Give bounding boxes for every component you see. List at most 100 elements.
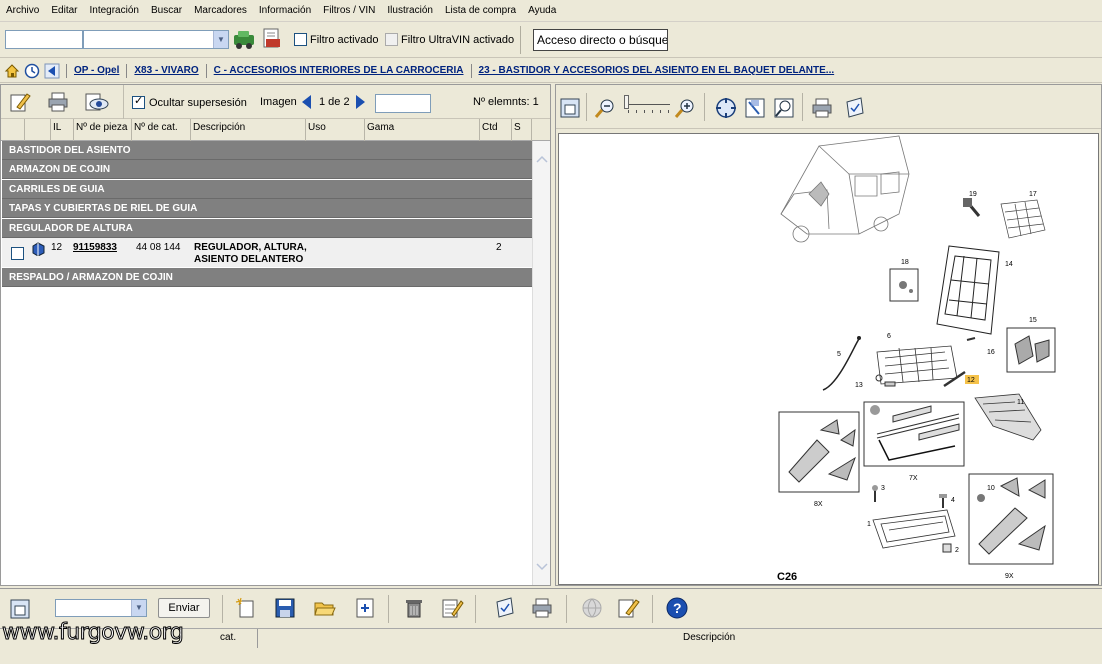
- exploded-view-drawing[interactable]: 19 17 18 14 15 6 5 16 12 13 11 8X 7X 3 4…: [558, 133, 1099, 585]
- filter-checkbox[interactable]: [294, 33, 307, 46]
- edit-list-icon[interactable]: [440, 596, 464, 620]
- callout-label: 17: [1029, 191, 1037, 198]
- group-header[interactable]: CARRILES DE GUIA: [2, 180, 532, 199]
- back-arrow-icon[interactable]: [44, 63, 60, 79]
- print-icon[interactable]: [47, 91, 69, 113]
- history-icon[interactable]: [24, 63, 40, 79]
- col-usage[interactable]: Uso: [306, 119, 365, 141]
- home-icon[interactable]: [4, 63, 20, 79]
- col-description[interactable]: Descripción: [191, 119, 306, 141]
- col-description-label: Descripción: [683, 632, 736, 643]
- trash-icon[interactable]: [403, 597, 425, 619]
- watermark: www.furgovw.org: [1, 620, 184, 646]
- menu-editar[interactable]: Editar: [51, 5, 77, 16]
- col-il[interactable]: IL: [51, 119, 74, 141]
- menu-lista-compra[interactable]: Lista de compra: [445, 5, 516, 16]
- col-s[interactable]: S: [512, 119, 532, 141]
- image-goto-input[interactable]: [375, 94, 431, 113]
- callout-label: 13: [855, 382, 863, 389]
- col-cat-label: cat.: [220, 632, 237, 643]
- bookmark-list-icon[interactable]: [493, 596, 517, 620]
- chevron-down-icon: ▼: [213, 31, 228, 48]
- group-header[interactable]: ARMAZON DE COJIN: [2, 160, 532, 179]
- send-button[interactable]: Enviar: [158, 598, 210, 618]
- col-blank: [25, 119, 51, 141]
- col-range[interactable]: Gama: [365, 119, 480, 141]
- breadcrumb-model[interactable]: X83 - VIVARO: [134, 65, 198, 76]
- row-description-1: REGULADOR, ALTURA,: [194, 242, 307, 253]
- breadcrumb-catalog[interactable]: OP - Opel: [74, 65, 119, 76]
- callout-19[interactable]: 19: [963, 191, 981, 217]
- scroll-down-icon[interactable]: [536, 563, 548, 571]
- ultravin-checkbox[interactable]: [385, 33, 398, 46]
- col-part-no[interactable]: Nº de pieza: [74, 119, 132, 141]
- callout-label: 18: [901, 259, 909, 266]
- seat-assembly-illustration[interactable]: 19 17 18 14 15 6 5 16 12 13 11 8X 7X 3 4…: [559, 134, 1098, 584]
- hide-supersession-label: Ocultar supersesión: [149, 96, 247, 109]
- callout-label: 3: [881, 485, 885, 492]
- new-list-icon[interactable]: [234, 597, 256, 619]
- globe-disabled-icon: [582, 598, 602, 618]
- save-icon[interactable]: [274, 597, 296, 619]
- quick-access-input[interactable]: Acceso directo o búsqued: [533, 29, 668, 51]
- parts-table-header: IL Nº de pieza Nº de cat. Descripción Us…: [1, 119, 550, 141]
- table-row[interactable]: 12 91159833 44 08 144 REGULADOR, ALTURA,…: [2, 238, 532, 267]
- group-header[interactable]: BASTIDOR DEL ASIENTO: [2, 141, 532, 160]
- notes-icon[interactable]: [616, 596, 640, 620]
- send-target-select[interactable]: ▼: [55, 599, 147, 617]
- illustration-toolbar: [556, 85, 1101, 129]
- vehicle-icon[interactable]: [232, 28, 256, 50]
- callout-label: 9X: [1005, 573, 1014, 580]
- menu-buscar[interactable]: Buscar: [151, 5, 182, 16]
- callout-label: 10: [987, 485, 995, 492]
- callout-label: 11: [1017, 399, 1024, 406]
- row-part-number[interactable]: 91159833: [73, 242, 117, 253]
- breadcrumb: OP - Opel X83 - VIVARO C - ACCESORIOS IN…: [0, 59, 1102, 83]
- catalog-input[interactable]: [5, 30, 83, 49]
- menu-informacion[interactable]: Información: [259, 5, 311, 16]
- drawing-code: C26: [777, 571, 797, 583]
- help-icon[interactable]: ?: [665, 596, 689, 620]
- vertical-scrollbar[interactable]: [532, 141, 550, 585]
- menu-ayuda[interactable]: Ayuda: [528, 5, 556, 16]
- next-image-icon[interactable]: [353, 94, 367, 110]
- zoom-in-icon[interactable]: [674, 97, 696, 119]
- zoom-slider[interactable]: [622, 93, 674, 117]
- add-to-list-icon[interactable]: [354, 597, 376, 619]
- zoom-out-icon[interactable]: [594, 97, 616, 119]
- center-view-icon[interactable]: [714, 96, 738, 120]
- model-select[interactable]: ▼: [83, 30, 229, 49]
- menu-integracion[interactable]: Integración: [89, 5, 138, 16]
- col-qty[interactable]: Ctd: [480, 119, 512, 141]
- row-checkbox[interactable]: [11, 247, 24, 260]
- group-header[interactable]: RESPALDO / ARMAZON DE COJIN: [2, 268, 532, 287]
- menu-marcadores[interactable]: Marcadores: [194, 5, 247, 16]
- print-list-icon[interactable]: [530, 596, 554, 620]
- element-count: Nº elemnts: 1: [473, 96, 539, 108]
- hide-supersession-checkbox[interactable]: ✓: [132, 95, 145, 109]
- list-view-icon[interactable]: [9, 598, 31, 620]
- menu-ilustracion[interactable]: Ilustración: [387, 5, 433, 16]
- open-folder-icon[interactable]: [313, 597, 337, 619]
- pdf-document-icon[interactable]: [262, 27, 282, 51]
- group-header[interactable]: TAPAS Y CUBIERTAS DE RIEL DE GUIA: [2, 199, 532, 218]
- bookmark-icon[interactable]: [843, 96, 867, 120]
- filter-label: Filtro activado: [310, 33, 379, 46]
- select-area-icon[interactable]: [743, 96, 767, 120]
- callout-label: 16: [987, 349, 995, 356]
- breadcrumb-section[interactable]: 23 - BASTIDOR Y ACCESORIOS DEL ASIENTO E…: [479, 65, 835, 76]
- menu-filtros[interactable]: Filtros / VIN: [323, 5, 375, 16]
- fit-window-icon[interactable]: [559, 97, 581, 119]
- callout-label: 2: [955, 547, 959, 554]
- breadcrumb-group[interactable]: C - ACCESORIOS INTERIORES DE LA CARROCER…: [214, 65, 464, 76]
- group-header[interactable]: REGULADOR DE ALTURA: [2, 219, 532, 238]
- view-eye-icon[interactable]: [85, 91, 109, 113]
- col-cat-no[interactable]: Nº de cat.: [132, 119, 191, 141]
- book-icon[interactable]: [31, 242, 45, 256]
- prev-image-icon[interactable]: [300, 94, 314, 110]
- print-illustration-icon[interactable]: [810, 96, 834, 120]
- zoom-area-icon[interactable]: [772, 96, 796, 120]
- edit-notes-icon[interactable]: [9, 91, 31, 113]
- scroll-up-icon[interactable]: [536, 155, 548, 163]
- menu-archivo[interactable]: Archivo: [6, 5, 39, 16]
